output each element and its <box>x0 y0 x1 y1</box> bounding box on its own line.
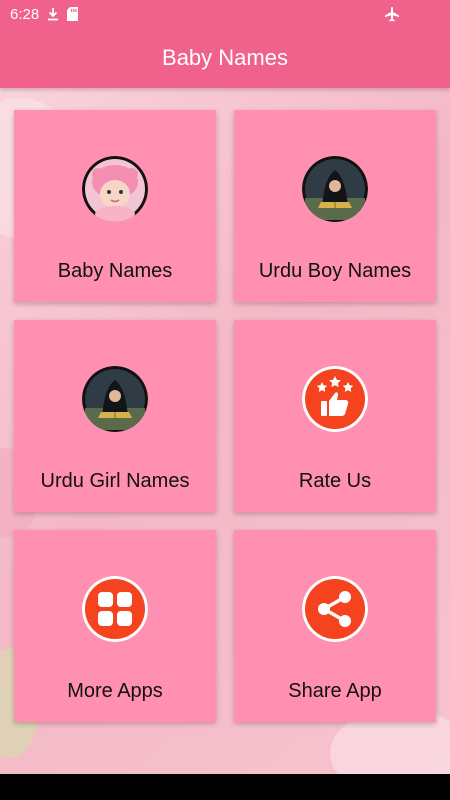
baby-photo-icon <box>82 156 148 222</box>
menu-label: Urdu Boy Names <box>258 260 412 282</box>
menu-card-more-apps[interactable]: More Apps <box>14 530 216 722</box>
apps-grid-icon <box>82 576 148 642</box>
status-bar: 6:28 <box>0 0 450 28</box>
airplane-mode-icon <box>384 6 400 22</box>
page-title: Baby Names <box>162 45 288 70</box>
rate-stars-thumbs-up-icon <box>302 366 368 432</box>
system-navigation-bar <box>0 774 450 800</box>
menu-card-urdu-boy-names[interactable]: Urdu Boy Names <box>234 110 436 302</box>
share-icon <box>302 576 368 642</box>
app-bar: Baby Names <box>0 28 450 88</box>
menu-card-urdu-girl-names[interactable]: Urdu Girl Names <box>14 320 216 512</box>
menu-card-baby-names[interactable]: Baby Names <box>14 110 216 302</box>
child-reading-quran-icon <box>302 156 368 222</box>
menu-grid: Baby Names Urdu Boy Names Urdu Girl Name… <box>14 110 436 722</box>
status-time: 6:28 <box>10 5 40 23</box>
child-reading-quran-icon <box>82 366 148 432</box>
menu-label: Urdu Girl Names <box>40 470 190 492</box>
menu-label: Share App <box>288 680 382 702</box>
menu-card-rate-us[interactable]: Rate Us <box>234 320 436 512</box>
download-icon <box>47 7 59 21</box>
menu-card-share-app[interactable]: Share App <box>234 530 436 722</box>
sd-card-icon <box>67 7 79 21</box>
menu-label: More Apps <box>67 680 163 702</box>
menu-label: Baby Names <box>57 260 173 282</box>
menu-label: Rate Us <box>298 470 372 492</box>
